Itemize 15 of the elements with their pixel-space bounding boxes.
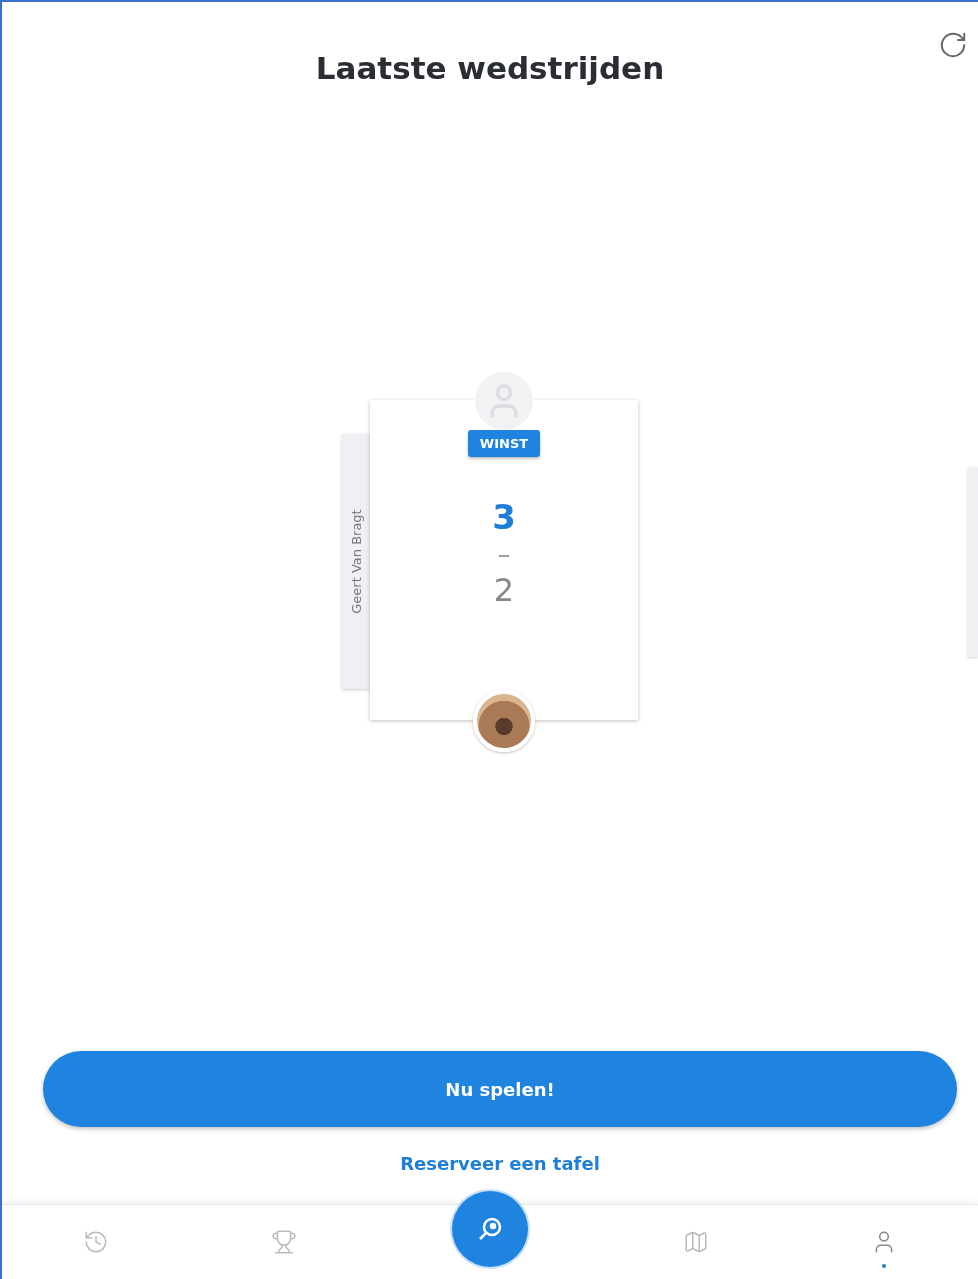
page-title: Laatste wedstrijden [315, 50, 665, 88]
opponent-name: Geert Van Bragt [348, 509, 364, 614]
result-badge: WINST [467, 430, 541, 457]
trophy-icon [271, 1229, 297, 1255]
active-dot [882, 1264, 886, 1268]
score: 3 [492, 497, 516, 537]
history-icon [83, 1229, 109, 1255]
score: 2 [493, 571, 515, 609]
rotate-icon[interactable] [938, 30, 968, 60]
play-button[interactable] [452, 1191, 528, 1267]
map-icon [683, 1229, 709, 1255]
score-separator: – [497, 539, 511, 569]
match-card[interactable]: WINST 3 – 2 [370, 400, 638, 720]
reserve-table-link[interactable]: Reserveer een tafel [400, 1153, 600, 1174]
play-now-button[interactable]: Nu spelen! [43, 1051, 957, 1127]
